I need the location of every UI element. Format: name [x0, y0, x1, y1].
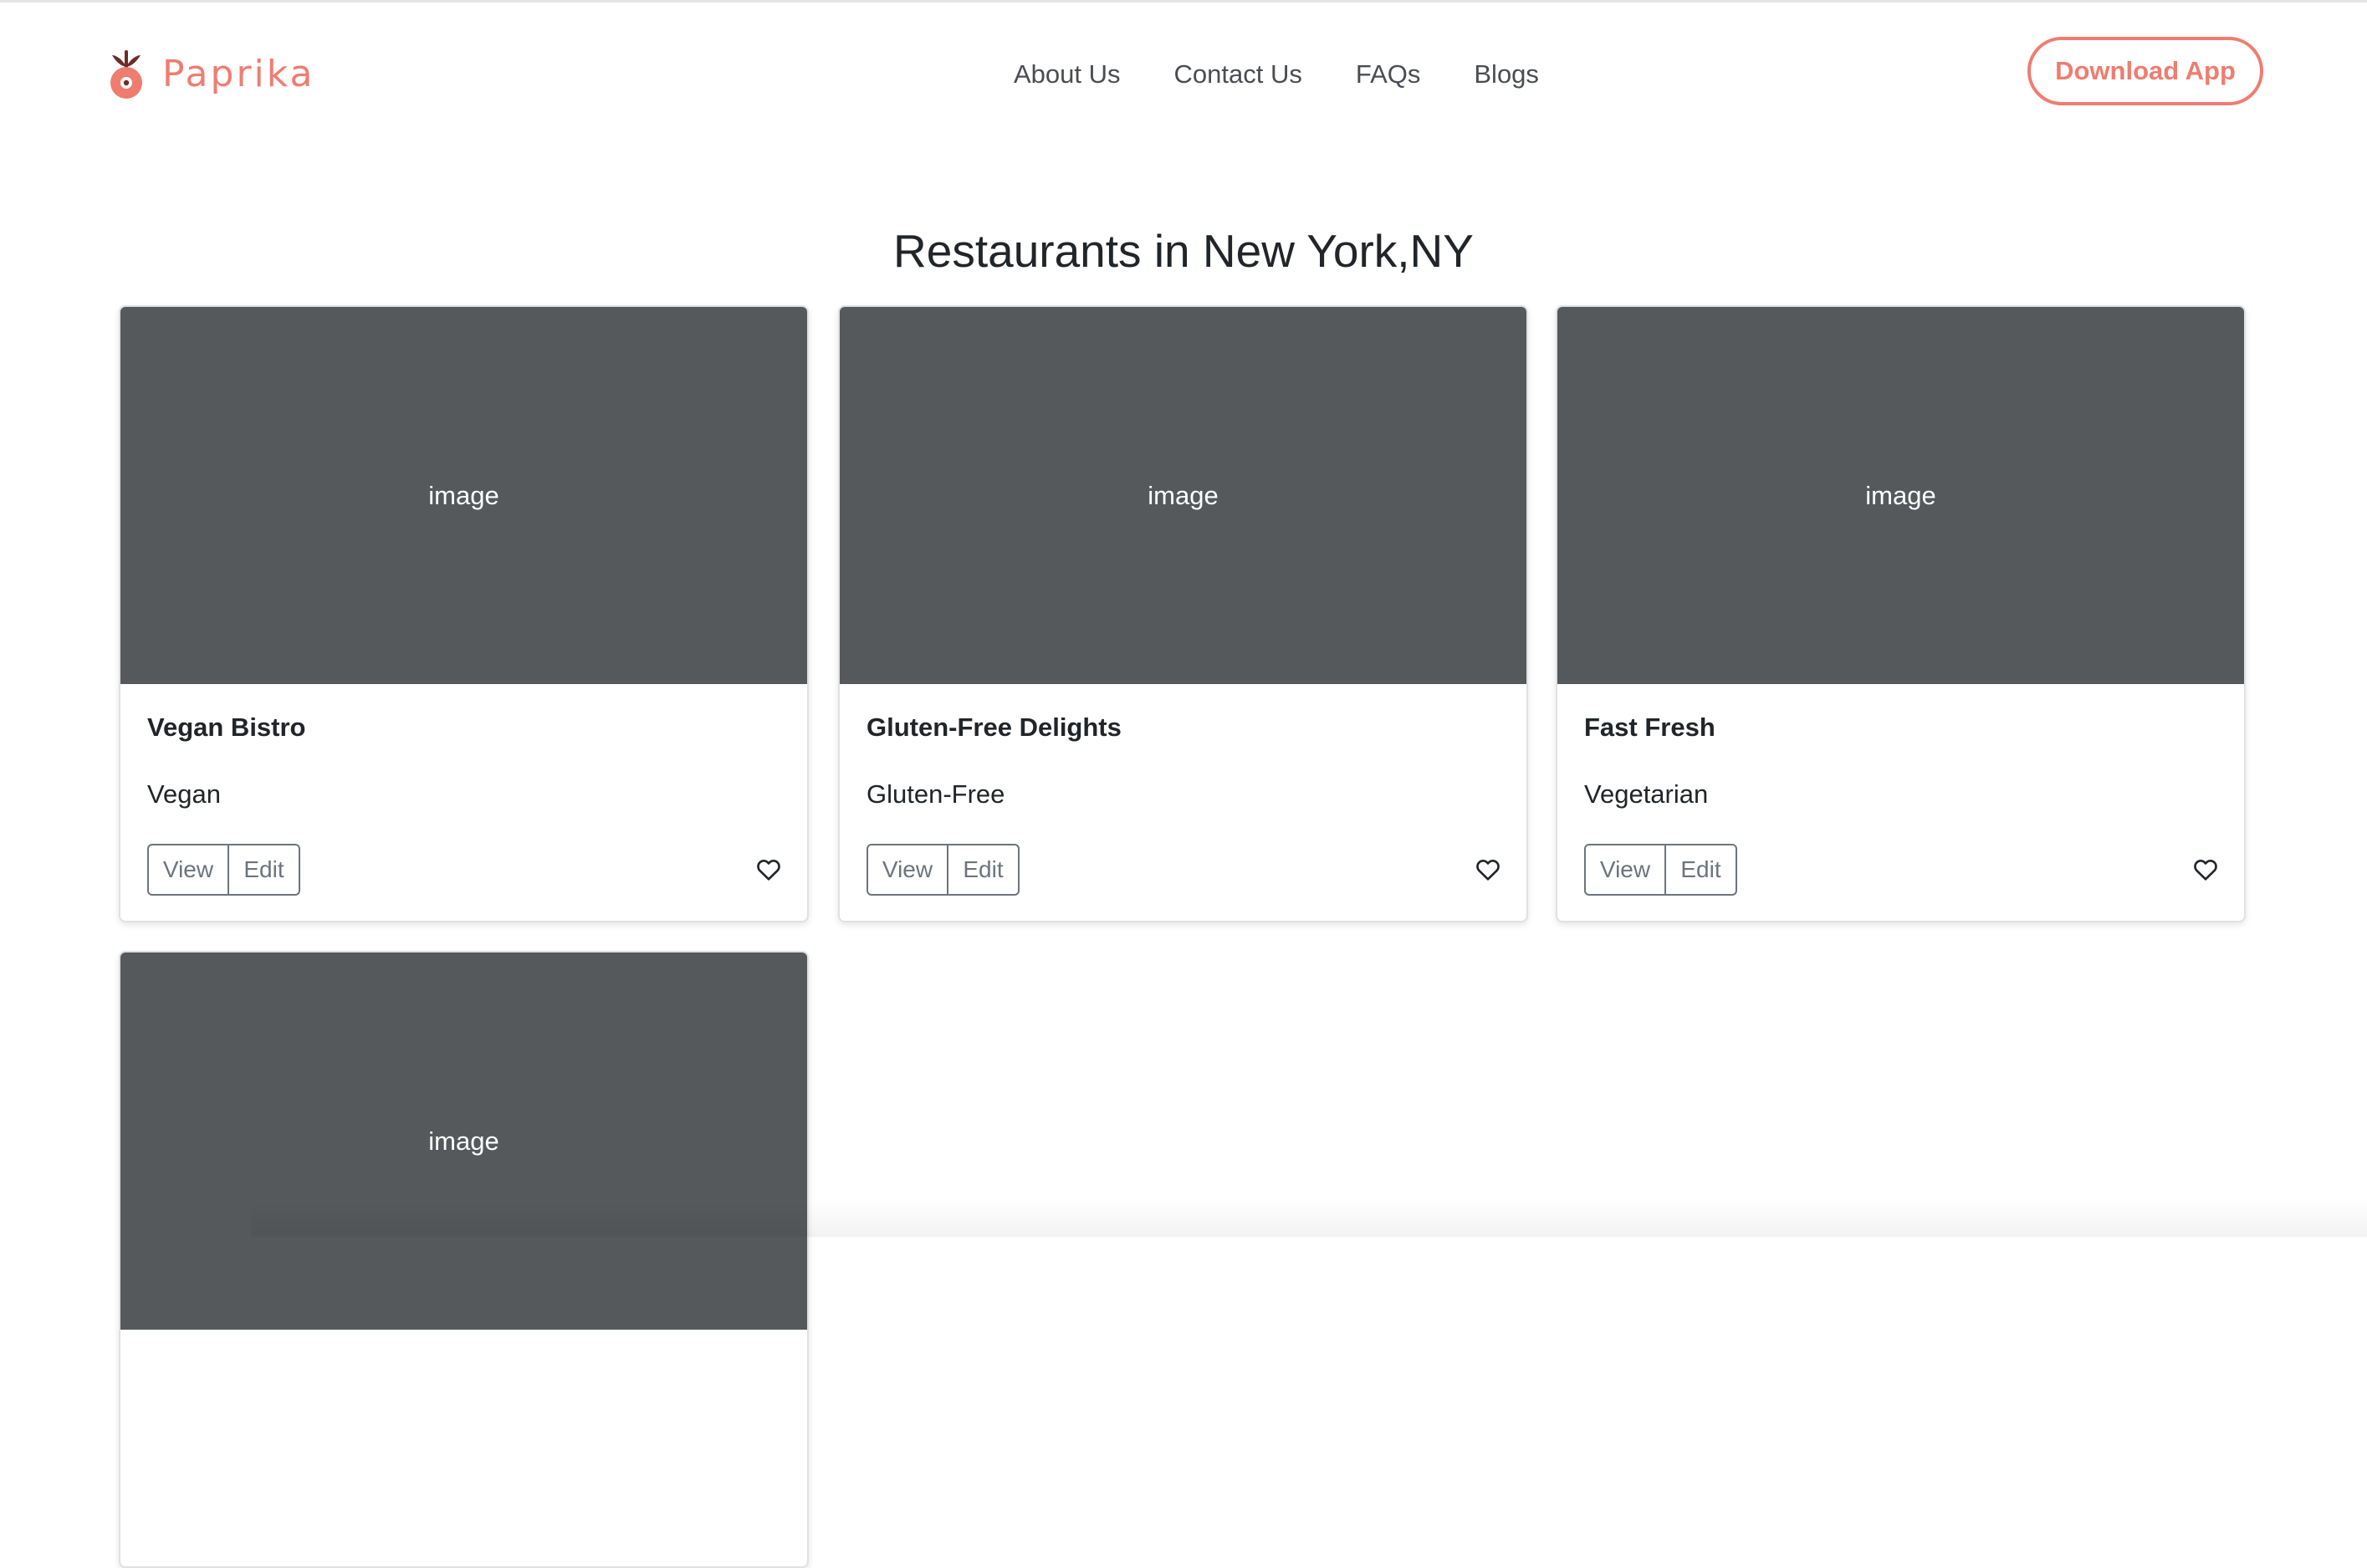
card-button-group: View Edit — [1584, 844, 1737, 896]
restaurant-card: image Gluten-Free Delights Gluten-Free V… — [838, 305, 1528, 922]
heart-icon[interactable] — [1475, 856, 1501, 883]
heart-icon[interactable] — [2192, 856, 2219, 883]
nav-link-contact-us[interactable]: Contact Us — [1174, 59, 1302, 89]
nav-link-blogs[interactable]: Blogs — [1474, 59, 1539, 89]
edit-button[interactable]: Edit — [948, 844, 1020, 896]
download-app-button[interactable]: Download App — [2027, 37, 2263, 105]
restaurant-card: image — [119, 951, 809, 1568]
view-button[interactable]: View — [1584, 844, 1666, 896]
restaurant-category: Vegan — [147, 779, 221, 809]
paprika-logo-icon — [110, 50, 142, 99]
edit-button[interactable]: Edit — [229, 844, 300, 896]
card-body: Fast Fresh Vegetarian View Edit — [1557, 684, 2244, 921]
image-placeholder-label: image — [428, 480, 499, 510]
restaurant-name: Vegan Bistro — [147, 712, 306, 742]
restaurant-image-placeholder: image — [840, 307, 1526, 684]
main-nav: About Us Contact Us FAQs Blogs — [1014, 54, 1539, 94]
restaurant-card: image Vegan Bistro Vegan View Edit — [119, 305, 809, 922]
restaurant-name: Gluten-Free Delights — [867, 712, 1122, 742]
brand-name: Paprika — [162, 52, 315, 95]
restaurant-card: image Fast Fresh Vegetarian View Edit — [1556, 305, 2246, 922]
card-body: Vegan Bistro Vegan View Edit — [120, 684, 807, 921]
image-placeholder-label: image — [428, 1126, 499, 1156]
restaurant-category: Vegetarian — [1584, 779, 1709, 809]
view-button[interactable]: View — [147, 844, 229, 896]
card-button-group: View Edit — [147, 844, 300, 896]
edit-button[interactable]: Edit — [1666, 844, 1737, 896]
image-placeholder-label: image — [1865, 480, 1936, 510]
heart-icon[interactable] — [755, 856, 782, 883]
card-button-group: View Edit — [867, 844, 1020, 896]
restaurant-category: Gluten-Free — [867, 779, 1005, 809]
site-header: Paprika About Us Contact Us FAQs Blogs D… — [0, 3, 2367, 145]
nav-link-about-us[interactable]: About Us — [1014, 59, 1121, 89]
restaurant-image-placeholder: image — [120, 307, 807, 684]
view-button[interactable]: View — [867, 844, 948, 896]
brand-logo[interactable]: Paprika — [107, 44, 314, 103]
restaurant-image-placeholder: image — [120, 953, 807, 1330]
restaurant-name: Fast Fresh — [1584, 712, 1715, 742]
nav-link-faqs[interactable]: FAQs — [1356, 59, 1421, 89]
image-placeholder-label: image — [1148, 480, 1219, 510]
restaurant-image-placeholder: image — [1557, 307, 2244, 684]
card-body: Gluten-Free Delights Gluten-Free View Ed… — [840, 684, 1526, 921]
page-title: Restaurants in New York,NY — [893, 225, 1474, 277]
